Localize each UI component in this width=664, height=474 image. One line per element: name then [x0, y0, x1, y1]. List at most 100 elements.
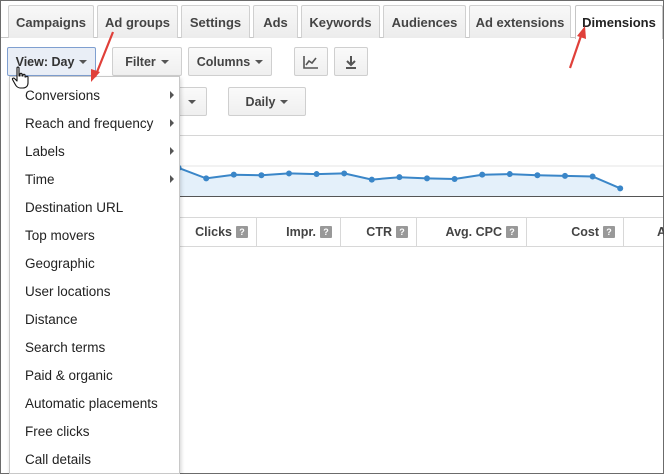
menu-item-search-terms[interactable]: Search terms	[10, 333, 179, 361]
column-header-label: Impr.	[286, 225, 316, 239]
menu-item-label: Destination URL	[25, 199, 124, 215]
menu-item-automatic-placements[interactable]: Automatic placements	[10, 389, 179, 417]
chevron-down-icon	[280, 100, 289, 104]
chevron-down-icon	[255, 60, 264, 64]
menu-item-label: Free clicks	[25, 423, 90, 439]
menu-item-label: Distance	[25, 311, 78, 327]
column-header-avg-cpc[interactable]: Avg. CPC ?	[417, 218, 527, 246]
chart-data-point[interactable]	[617, 185, 624, 192]
menu-item-user-locations[interactable]: User locations	[10, 277, 179, 305]
chart-data-point[interactable]	[396, 174, 403, 181]
column-header-ctr[interactable]: CTR ?	[341, 218, 417, 246]
download-button[interactable]	[334, 47, 368, 76]
column-header-label: Cost	[571, 225, 599, 239]
menu-item-call-details[interactable]: Call details	[10, 445, 179, 473]
menu-item-conversions[interactable]: Conversions	[10, 81, 179, 109]
download-icon	[344, 55, 358, 69]
menu-item-time[interactable]: Time	[10, 165, 179, 193]
menu-item-label: Paid & organic	[25, 367, 113, 383]
chart-data-point[interactable]	[368, 176, 375, 183]
daily-button-label: Daily	[245, 94, 276, 109]
columns-button[interactable]: Columns	[188, 47, 272, 76]
tab-label: Campaigns	[15, 14, 87, 30]
tab-bar: Campaigns Ad groups Settings Ads Keyword…	[1, 1, 663, 39]
chevron-down-icon	[188, 100, 196, 104]
column-header-clicks[interactable]: Clicks ?	[179, 218, 257, 246]
tab-dimensions[interactable]: Dimensions	[575, 5, 663, 39]
help-icon[interactable]: ?	[236, 226, 248, 238]
chart-data-point[interactable]	[341, 170, 348, 177]
chart-toggle-button[interactable]	[294, 47, 328, 76]
tab-keywords[interactable]: Keywords	[301, 5, 380, 38]
table-header: Clicks ? Impr. ? CTR ? Avg. CPC ? Cost ?…	[179, 217, 664, 247]
menu-item-distance[interactable]: Distance	[10, 305, 179, 333]
tab-label: Ad groups	[105, 14, 170, 30]
filter-button[interactable]: Filter	[112, 47, 182, 76]
chart-data-point[interactable]	[451, 176, 458, 183]
menu-item-geographic[interactable]: Geographic	[10, 249, 179, 277]
chart-data-point[interactable]	[424, 175, 430, 182]
chevron-down-icon	[79, 60, 88, 64]
chart-data-point[interactable]	[589, 173, 596, 180]
line-chart-icon	[303, 55, 319, 69]
chart-svg	[179, 135, 663, 197]
chart-data-point[interactable]	[258, 172, 265, 179]
menu-item-label: Labels	[25, 143, 65, 159]
tab-label: Ad extensions	[475, 14, 565, 30]
chart-data-point[interactable]	[562, 172, 568, 179]
chevron-right-icon	[170, 175, 174, 183]
tab-audiences[interactable]: Audiences	[383, 5, 466, 38]
help-icon[interactable]: ?	[603, 226, 615, 238]
performance-chart	[179, 135, 663, 197]
hand-cursor-icon	[11, 66, 29, 89]
menu-item-label: Conversions	[25, 87, 101, 103]
tab-label: Audiences	[391, 14, 458, 30]
view-dropdown-menu: Conversions Reach and frequency Labels T…	[9, 76, 180, 474]
menu-item-label: Top movers	[25, 227, 95, 243]
column-header-impressions[interactable]: Impr. ?	[257, 218, 341, 246]
menu-item-label: Geographic	[25, 255, 95, 271]
column-header-label: Avg. CPC	[445, 225, 503, 239]
chart-data-point[interactable]	[534, 172, 541, 179]
tab-campaigns[interactable]: Campaigns	[8, 5, 94, 38]
menu-item-top-movers[interactable]: Top movers	[10, 221, 179, 249]
chart-data-point[interactable]	[230, 171, 237, 178]
menu-item-label: Search terms	[25, 339, 106, 355]
menu-item-label: Time	[25, 171, 55, 187]
column-header-cost[interactable]: Cost ?	[527, 218, 624, 246]
column-header-label: A	[657, 225, 664, 239]
columns-button-label: Columns	[196, 54, 251, 69]
tab-ads[interactable]: Ads	[253, 5, 298, 38]
tab-label: Dimensions	[582, 15, 656, 30]
column-header-truncated[interactable]: A	[624, 218, 664, 246]
column-header-label: CTR	[366, 225, 392, 239]
chart-data-point[interactable]	[203, 175, 210, 182]
chevron-right-icon	[170, 147, 174, 155]
menu-item-destination-url[interactable]: Destination URL	[10, 193, 179, 221]
chevron-down-icon	[160, 60, 169, 64]
help-icon[interactable]: ?	[506, 226, 518, 238]
menu-item-paid-and-organic[interactable]: Paid & organic	[10, 361, 179, 389]
menu-item-label: Call details	[25, 451, 92, 467]
chart-data-point[interactable]	[286, 170, 292, 177]
chart-data-point[interactable]	[506, 171, 513, 178]
chevron-right-icon	[170, 91, 174, 99]
tab-ad-extensions[interactable]: Ad extensions	[469, 5, 571, 38]
menu-item-reach-and-frequency[interactable]: Reach and frequency	[10, 109, 179, 137]
tab-ad-groups[interactable]: Ad groups	[97, 5, 178, 38]
menu-item-label: Reach and frequency	[25, 115, 154, 131]
chart-data-point[interactable]	[313, 171, 320, 178]
tab-label: Settings	[189, 14, 242, 30]
help-icon[interactable]: ?	[320, 226, 332, 238]
filter-button-label: Filter	[125, 54, 156, 69]
menu-item-free-clicks[interactable]: Free clicks	[10, 417, 179, 445]
daily-button[interactable]: Daily	[228, 87, 306, 116]
menu-item-labels[interactable]: Labels	[10, 137, 179, 165]
tab-label: Keywords	[309, 14, 372, 30]
chart-data-point[interactable]	[479, 171, 486, 178]
menu-item-label: User locations	[25, 283, 111, 299]
menu-item-label: Automatic placements	[25, 395, 158, 411]
help-icon[interactable]: ?	[396, 226, 408, 238]
tab-label: Ads	[263, 14, 288, 30]
tab-settings[interactable]: Settings	[181, 5, 250, 38]
